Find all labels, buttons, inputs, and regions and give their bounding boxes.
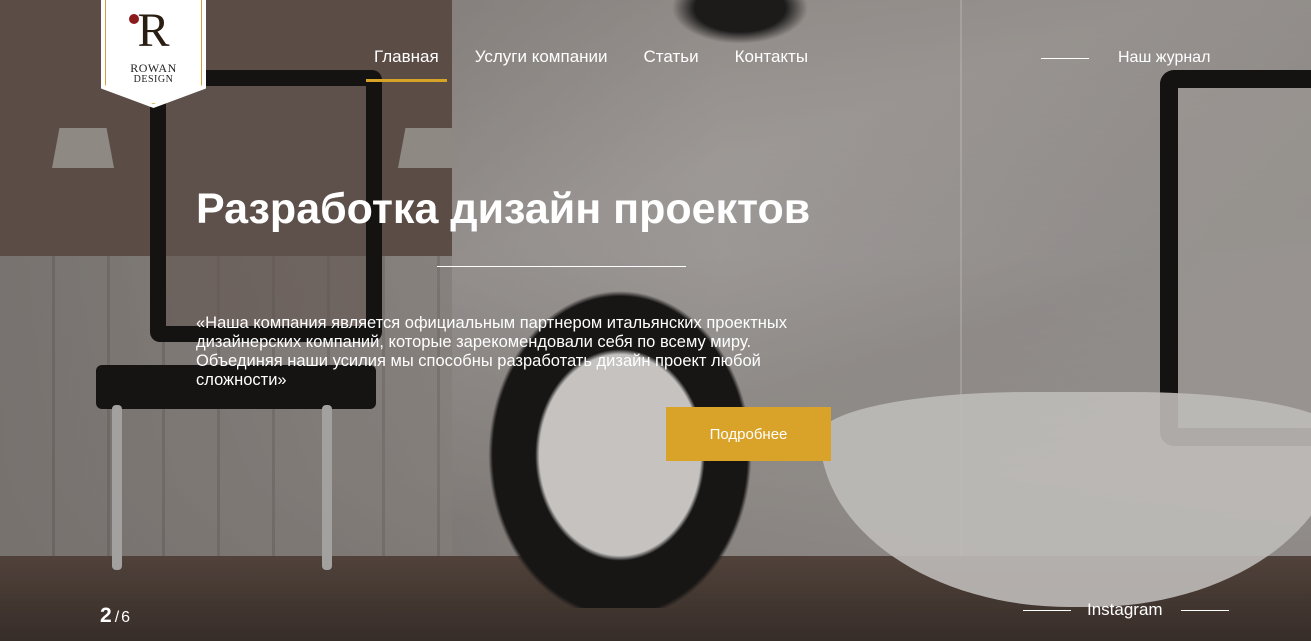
logo-name: ROWAN [130, 61, 177, 75]
slide-current: 2 [100, 604, 112, 627]
hero-description: «Наша компания является официальным парт… [196, 314, 787, 389]
journal-divider [1041, 57, 1089, 59]
instagram-divider-left [1023, 609, 1071, 611]
more-button[interactable]: Подробнее [666, 407, 831, 461]
nav-item-home[interactable]: Главная [366, 46, 447, 82]
instagram-divider-right [1180, 609, 1229, 611]
hero-title: Разработка дизайн проектов [196, 185, 811, 233]
slide-total: 6 [121, 609, 131, 626]
nav-item-articles[interactable]: Статьи [626, 46, 717, 82]
logo[interactable]: R ROWAN DESIGN [101, 0, 206, 108]
nav-item-contacts[interactable]: Контакты [717, 46, 826, 82]
logo-monogram: R [137, 4, 170, 57]
logo-subtitle: DESIGN [133, 74, 174, 85]
title-divider [437, 266, 686, 267]
nav-item-services[interactable]: Услуги компании [457, 46, 626, 82]
slide-separator: / [114, 609, 120, 626]
slide-counter: 2 / 6 [100, 604, 130, 628]
journal-link[interactable]: Наш журнал [1118, 49, 1210, 67]
main-nav: Главная Услуги компании Статьи Контакты [366, 46, 826, 82]
instagram-link-group: Instagram [1023, 600, 1229, 620]
journal-link-group: Наш журнал [1041, 49, 1210, 67]
instagram-link[interactable]: Instagram [1087, 600, 1163, 620]
